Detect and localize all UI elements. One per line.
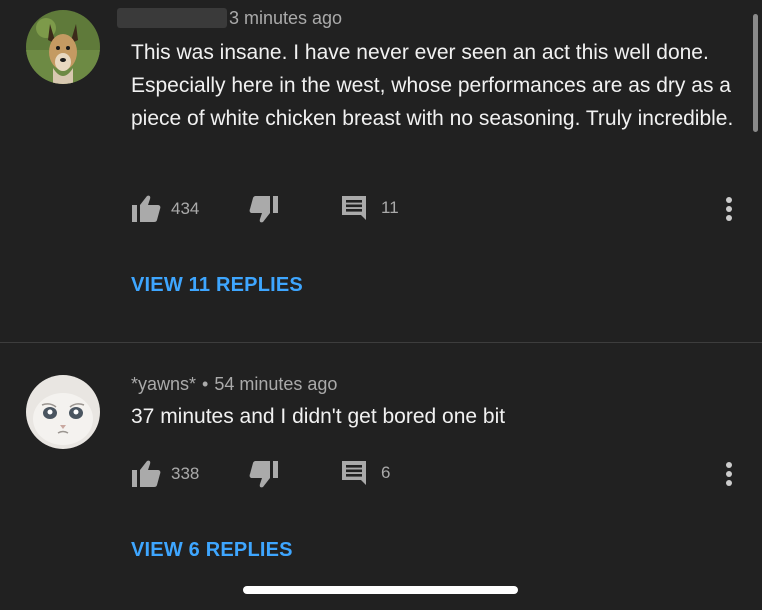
dislike-button[interactable] <box>249 195 279 223</box>
like-count: 434 <box>171 199 200 218</box>
view-replies-link[interactable]: VIEW 11 REPLIES <box>131 274 303 297</box>
comment-icon <box>342 196 366 220</box>
dislike-button[interactable] <box>249 460 279 488</box>
comment-actions: 338 6 <box>131 460 751 488</box>
more-vertical-icon <box>726 197 732 221</box>
cat-avatar-icon <box>26 375 100 449</box>
more-options-button[interactable] <box>719 460 739 488</box>
more-options-button[interactable] <box>719 195 739 223</box>
meta-separator: • <box>202 374 209 394</box>
view-replies-link[interactable]: VIEW 6 REPLIES <box>131 539 293 562</box>
thumbs-down-icon <box>249 196 278 223</box>
comment-meta: *yawns* • 54 minutes ago <box>131 374 337 395</box>
like-button[interactable]: 434 <box>131 195 199 223</box>
divider <box>0 342 762 343</box>
comment-meta: 3 minutes ago <box>117 8 343 29</box>
avatar[interactable] <box>26 375 100 449</box>
redacted-author <box>117 8 227 28</box>
dog-avatar-icon <box>26 10 100 84</box>
comment-actions: 434 11 <box>131 195 751 223</box>
comment-time: 54 minutes ago <box>214 374 338 394</box>
more-vertical-icon <box>726 462 732 486</box>
thumbs-down-icon <box>249 461 278 488</box>
home-indicator[interactable] <box>243 586 518 594</box>
reply-count: 6 <box>381 463 391 482</box>
comment-text: This was insane. I have never ever seen … <box>131 41 734 130</box>
reply-button[interactable]: 11 <box>341 195 399 221</box>
thumbs-up-icon <box>132 460 161 487</box>
comment-author[interactable]: *yawns* <box>131 374 196 394</box>
comment-text: 37 minutes and I didn't get bored one bi… <box>131 405 506 428</box>
scrollbar[interactable] <box>753 14 758 132</box>
comment-time: 3 minutes ago <box>229 8 343 28</box>
comments-page: 3 minutes ago This was insane. I have ne… <box>0 0 762 610</box>
reply-count: 11 <box>381 198 399 217</box>
like-count: 338 <box>171 464 200 483</box>
like-button[interactable]: 338 <box>131 460 199 488</box>
thumbs-up-icon <box>132 195 161 222</box>
avatar[interactable] <box>26 10 100 84</box>
reply-button[interactable]: 6 <box>341 460 390 486</box>
comment-icon <box>342 461 366 485</box>
